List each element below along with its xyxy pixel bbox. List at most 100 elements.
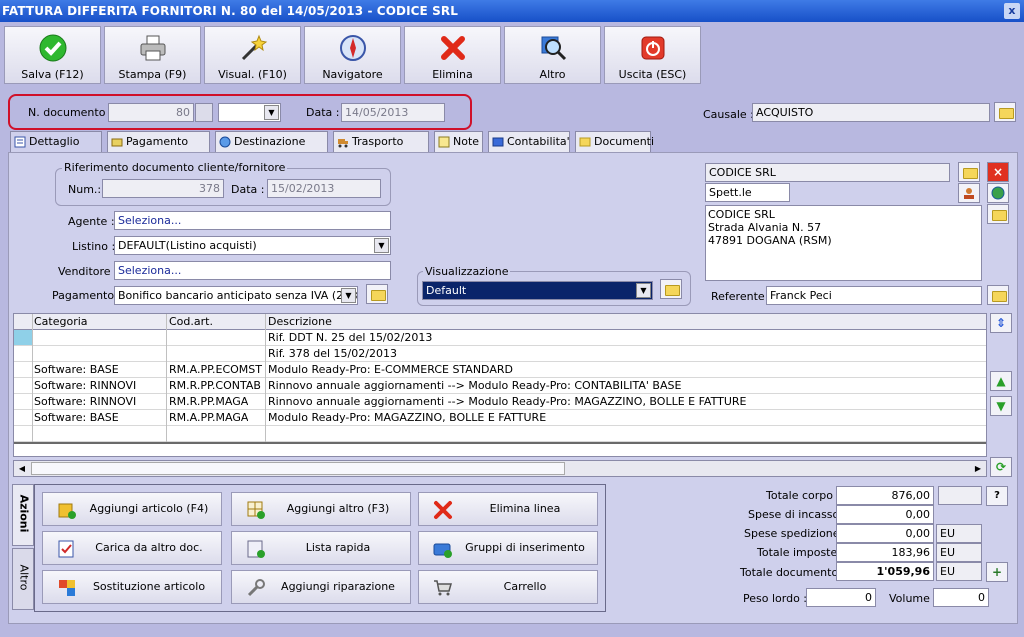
clear-cliente-icon[interactable]: ×: [987, 162, 1009, 182]
horizontal-scrollbar[interactable]: ◀ ▶: [13, 460, 987, 477]
spese-incasso-field[interactable]: 0,00: [836, 505, 934, 524]
pagamento-select[interactable]: Bonifico bancario anticipato senza IVA (…: [114, 286, 358, 305]
num-field[interactable]: 378: [102, 179, 224, 198]
action-label: Aggiungi riparazione: [281, 580, 395, 593]
insert-groups-button[interactable]: Gruppi di inserimento: [418, 531, 598, 565]
refresh-icon[interactable]: ⟳: [990, 457, 1012, 477]
ndoc-suffix-select[interactable]: ▼: [218, 103, 281, 122]
table-row[interactable]: [14, 426, 986, 442]
table-row[interactable]: Software: BASE RM.A.PP.ECOMST Modulo Ready…: [14, 362, 986, 378]
cell-descrizione: Rinnovo annuale aggiornamenti --> Modulo…: [268, 395, 747, 408]
spett-field[interactable]: Spett.le: [705, 183, 790, 202]
delete-button[interactable]: Elimina: [404, 26, 501, 84]
add-other-button[interactable]: Aggiungi altro (F3): [231, 492, 411, 526]
address-folder-icon[interactable]: [987, 204, 1009, 224]
more-button[interactable]: Altro: [504, 26, 601, 84]
exit-button[interactable]: Uscita (ESC): [604, 26, 701, 84]
replace-article-button[interactable]: Sostituzione articolo: [42, 570, 222, 604]
replace-icon: [59, 580, 75, 596]
venditore-field[interactable]: Seleziona...: [114, 261, 391, 280]
add-repair-button[interactable]: Aggiungi riparazione: [231, 570, 411, 604]
visualizzazione-folder-icon[interactable]: [660, 279, 682, 299]
preview-button[interactable]: Visual. (F10): [204, 26, 301, 84]
peso-lordo-field[interactable]: 0: [806, 588, 876, 607]
date-field[interactable]: 14/05/2013: [341, 103, 445, 122]
causale-label: Causale :: [703, 108, 754, 121]
add-article-button[interactable]: Aggiungi articolo (F4): [42, 492, 222, 526]
tab-pagamento[interactable]: Pagamento (F6): [107, 131, 210, 168]
agente-field[interactable]: Seleziona...: [114, 211, 391, 230]
tab-note[interactable]: Note: [434, 131, 483, 153]
navigator-button[interactable]: Navigatore: [304, 26, 401, 84]
contact-icon[interactable]: [958, 183, 980, 203]
scroll-thumb[interactable]: [31, 462, 565, 475]
address-line-3: 47891 DOGANA (RSM): [708, 234, 832, 247]
power-icon: [641, 36, 665, 60]
visualizzazione-select[interactable]: Default ▼: [422, 281, 653, 300]
globe-icon[interactable]: [987, 183, 1009, 203]
tab-documenti[interactable]: Documenti: [575, 131, 654, 153]
tab-trasporto[interactable]: Trasporto (F8): [333, 131, 429, 168]
scroll-right-icon[interactable]: ▶: [970, 461, 986, 476]
cliente-folder-icon[interactable]: [958, 162, 980, 182]
rif-date-field[interactable]: 15/02/2013: [267, 179, 381, 198]
table-row[interactable]: Software: RINNOVI RM.R.PP.CONTAB Rinnovo a…: [14, 378, 986, 394]
header-descrizione[interactable]: Descrizione: [268, 314, 332, 329]
tab-label: Contabilita': [507, 135, 570, 148]
print-button[interactable]: Stampa (F9): [104, 26, 201, 84]
spese-spedizione-field[interactable]: 0,00: [836, 524, 934, 543]
ndoc-spin-button[interactable]: [195, 103, 213, 122]
referente-label: Referente: [711, 290, 765, 303]
header-categoria[interactable]: Categoria: [34, 314, 88, 329]
scroll-left-icon[interactable]: ◀: [14, 461, 30, 476]
causale-field[interactable]: ACQUISTO: [752, 103, 990, 122]
toolbar: Salva (F12) Stampa (F9) Visual. (F10) Na…: [0, 22, 1024, 88]
truck-icon: [338, 139, 348, 148]
move-up-icon[interactable]: ▲: [990, 371, 1012, 391]
move-top-icon[interactable]: ⇕: [990, 313, 1012, 333]
table-row[interactable]: Software: BASE RM.A.PP.MAGA Modulo Ready-P…: [14, 410, 986, 426]
tab-destinazione[interactable]: Destinazione (F7): [215, 131, 328, 168]
delete-label: Elimina: [432, 68, 473, 81]
causale-folder-icon[interactable]: [994, 102, 1016, 122]
side-tab-azioni[interactable]: Azioni: [12, 484, 34, 546]
cell-descrizione: Rinnovo annuale aggiornamenti --> Modulo…: [268, 379, 682, 392]
row-selector[interactable]: [14, 330, 32, 345]
listino-value: DEFAULT(Listino acquisti): [118, 239, 257, 252]
table-row[interactable]: Rif. DDT N. 25 del 15/02/2013: [14, 330, 986, 346]
load-from-doc-button[interactable]: Carica da altro doc.: [42, 531, 222, 565]
chevron-down-icon: ▼: [341, 288, 356, 303]
cliente-name-field[interactable]: CODICE SRL: [705, 163, 950, 182]
pagamento-folder-icon[interactable]: [366, 284, 388, 304]
agente-label: Agente :: [68, 215, 115, 228]
load-doc-icon: [58, 540, 74, 558]
delete-line-button[interactable]: Elimina linea: [418, 492, 598, 526]
table-row[interactable]: Rif. 378 del 15/02/2013: [14, 346, 986, 362]
cliente-address[interactable]: CODICE SRL Strada Alvania N. 57 47891 DO…: [705, 205, 982, 281]
totale-corpo-field: 876,00: [836, 486, 934, 505]
tab-contabilita[interactable]: Contabilita': [488, 131, 570, 153]
move-down-icon[interactable]: ▼: [990, 396, 1012, 416]
save-button[interactable]: Salva (F12): [4, 26, 101, 84]
calculator-icon[interactable]: +: [986, 562, 1008, 582]
referente-field[interactable]: Franck Peci: [766, 286, 982, 305]
close-window-button[interactable]: x: [1004, 3, 1020, 19]
side-tab-altro[interactable]: Altro: [12, 548, 34, 610]
quick-list-button[interactable]: Lista rapida: [231, 531, 411, 565]
cell-cod-art: RM.A.PP.ECOMST: [169, 363, 262, 376]
detail-icon: [14, 136, 26, 148]
referente-folder-icon[interactable]: [987, 285, 1009, 305]
listino-select[interactable]: DEFAULT(Listino acquisti) ▼: [114, 236, 391, 255]
header-cod-art[interactable]: Cod.art.: [169, 314, 213, 329]
check-icon: [39, 34, 67, 62]
cell-categoria: Software: BASE: [34, 411, 119, 424]
visualizzazione-value: Default: [426, 284, 467, 297]
ndoc-field[interactable]: 80: [108, 103, 194, 122]
volume-field[interactable]: 0: [933, 588, 989, 607]
tab-dettaglio[interactable]: Dettaglio (F5): [10, 131, 102, 168]
cart-button[interactable]: Carrello: [418, 570, 598, 604]
help-button[interactable]: ?: [986, 486, 1008, 506]
cell-categoria: Software: RINNOVI: [34, 379, 137, 392]
table-row[interactable]: Software: RINNOVI RM.R.PP.MAGA Rinnovo ann…: [14, 394, 986, 410]
listino-label: Listino :: [72, 240, 116, 253]
